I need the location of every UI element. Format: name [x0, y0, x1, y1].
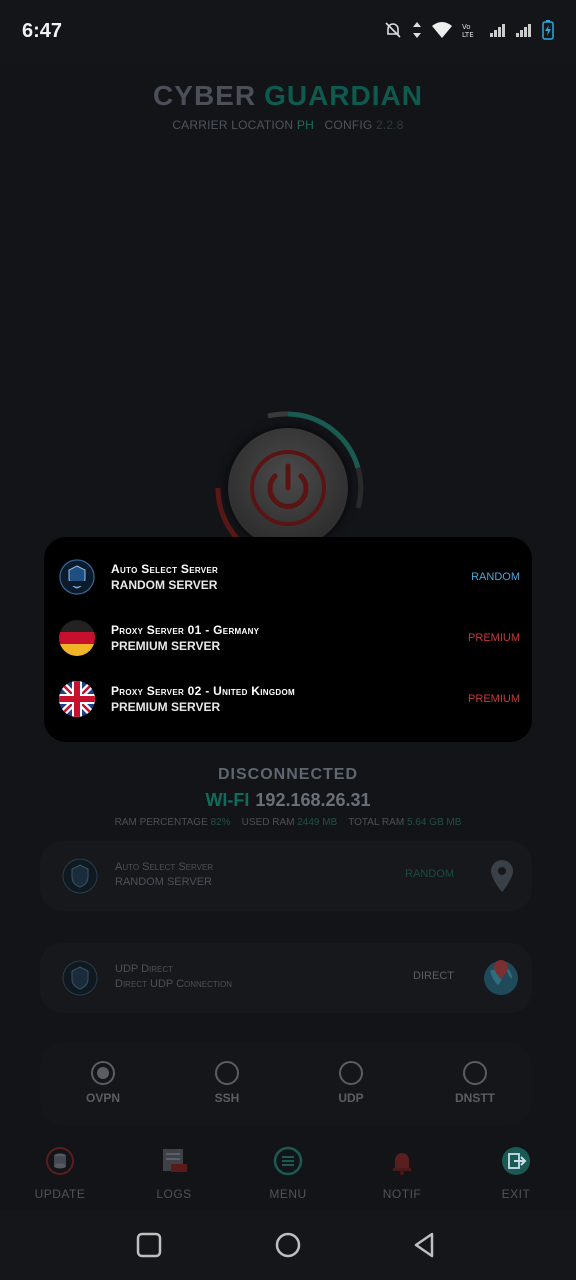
protocol-dnstt[interactable]: DNSTT: [435, 1061, 515, 1105]
config-value: 2.2.8: [375, 118, 404, 132]
battery-icon: [542, 20, 554, 40]
recents-icon[interactable]: [134, 1230, 164, 1260]
nav-logs[interactable]: LOGS: [124, 1146, 224, 1201]
app-title-part2: GUARDIAN: [264, 80, 423, 111]
logs-icon: [163, 1149, 187, 1172]
globe-icon[interactable]: [482, 957, 520, 997]
server-dropdown: Auto Select Server RANDOM SERVER RANDOM …: [44, 537, 532, 742]
server-option-title: Proxy Server 01 - Germany: [111, 623, 260, 637]
protocol-label: UDP: [338, 1091, 364, 1105]
payload-card-tag: DIRECT: [413, 970, 454, 982]
total-ram-value: 5.64 GB MB: [406, 817, 462, 828]
volte-icon: Vo LTE: [462, 23, 474, 38]
signal-icon: [490, 24, 505, 37]
uk-flag-icon: [59, 681, 95, 717]
server-selector-card[interactable]: Auto Select Server RANDOM SERVER RANDOM: [40, 841, 532, 911]
status-icons: Vo LTE: [384, 20, 554, 40]
cyber-guardian-logo-icon: [59, 559, 95, 595]
radio-button[interactable]: [463, 1061, 487, 1085]
bell-off-icon: [385, 22, 401, 38]
server-option-uk[interactable]: Proxy Server 02 - United Kingdom PREMIUM…: [44, 669, 532, 729]
app-subtitle: CARRIER LOCATION PH CONFIG 2.2.8: [0, 118, 576, 132]
protocol-label: DNSTT: [455, 1091, 495, 1105]
server-option-subtitle: RANDOM SERVER: [111, 578, 218, 592]
svg-text:Vo: Vo: [462, 23, 471, 31]
ram-percentage-label: RAM PERCENTAGE: [114, 817, 208, 828]
ram-percentage-value: 82%: [210, 817, 231, 828]
config-label: CONFIG: [324, 118, 373, 132]
connection-status: DISCONNECTED WI-FI 192.168.26.31 RAM PERC…: [0, 766, 576, 828]
server-option-subtitle: PREMIUM SERVER: [111, 639, 221, 653]
data-arrows-icon: [413, 22, 421, 38]
bell-icon: [393, 1153, 411, 1175]
cyber-guardian-logo-icon: [62, 960, 98, 996]
payload-card-title: UDP Direct: [115, 963, 174, 975]
bottom-nav: UPDATE LOGS MENU NOTIF EXIT: [0, 1130, 576, 1210]
nav-label: NOTIF: [382, 1187, 422, 1201]
server-option-subtitle: PREMIUM SERVER: [111, 700, 221, 714]
nav-notif[interactable]: NOTIF: [352, 1146, 452, 1201]
payload-card-subtitle: Direct UDP Connection: [115, 978, 233, 990]
app-title: CYBER GUARDIAN: [0, 80, 576, 112]
carrier-label: CARRIER LOCATION: [172, 118, 294, 132]
carrier-value: PH: [296, 118, 314, 132]
protocol-label: SSH: [214, 1091, 240, 1105]
signal-icon-2: [516, 24, 531, 37]
server-card-subtitle: RANDOM SERVER: [115, 876, 212, 888]
server-option-auto[interactable]: Auto Select Server RANDOM SERVER RANDOM: [44, 547, 532, 607]
server-option-tag: PREMIUM: [468, 693, 520, 705]
ip-line: WI-FI 192.168.26.31: [0, 790, 576, 811]
server-option-title: Proxy Server 02 - United Kingdom: [111, 684, 295, 698]
ram-info: RAM PERCENTAGE 82% USED RAM 2449 MB TOTA…: [0, 817, 576, 828]
database-icon: [46, 1147, 74, 1175]
nav-update[interactable]: UPDATE: [10, 1146, 110, 1201]
protocol-ssh[interactable]: SSH: [187, 1061, 267, 1105]
protocol-ovpn[interactable]: OVPN: [63, 1061, 143, 1105]
back-icon[interactable]: [410, 1230, 440, 1260]
germany-flag-icon: [59, 620, 95, 656]
ip-address: 192.168.26.31: [255, 790, 371, 810]
svg-text:LTE: LTE: [462, 31, 474, 38]
server-option-germany[interactable]: Proxy Server 01 - Germany PREMIUM SERVER…: [44, 608, 532, 668]
app-title-part1: CYBER: [153, 80, 257, 111]
network-type: WI-FI: [205, 790, 250, 810]
server-option-title: Auto Select Server: [111, 562, 219, 576]
radio-button[interactable]: [339, 1061, 363, 1085]
power-icon: [250, 450, 326, 526]
menu-icon: [273, 1146, 303, 1176]
app-header: CYBER GUARDIAN CARRIER LOCATION PH CONFIG…: [0, 80, 576, 132]
connection-state: DISCONNECTED: [217, 766, 358, 783]
nav-label: MENU: [269, 1187, 307, 1201]
location-pin-icon[interactable]: [490, 859, 514, 893]
radio-button[interactable]: [215, 1061, 239, 1085]
radio-button[interactable]: [91, 1061, 115, 1085]
server-option-tag: RANDOM: [471, 571, 520, 583]
protocol-selector: OVPN SSH UDP DNSTT: [40, 1043, 532, 1125]
nav-label: LOGS: [156, 1187, 192, 1201]
nav-label: EXIT: [501, 1187, 531, 1201]
used-ram-label: USED RAM: [241, 817, 295, 828]
home-icon[interactable]: [273, 1230, 303, 1260]
wifi-icon: [432, 22, 452, 38]
protocol-label: OVPN: [85, 1091, 120, 1105]
server-card-tag: RANDOM: [405, 868, 454, 880]
server-card-title: Auto Select Server: [115, 861, 214, 873]
nav-menu[interactable]: MENU: [238, 1146, 338, 1201]
nav-label: UPDATE: [34, 1187, 86, 1201]
clock: 6:47: [22, 20, 63, 42]
used-ram-value: 2449 MB: [297, 817, 338, 828]
cyber-guardian-logo-icon: [62, 858, 98, 894]
total-ram-label: TOTAL RAM: [348, 817, 405, 828]
status-bar: 6:47 Vo LTE: [0, 0, 576, 64]
payload-selector-card[interactable]: UDP Direct Direct UDP Connection DIRECT: [40, 943, 532, 1013]
system-nav-bar: [0, 1210, 576, 1280]
protocol-udp[interactable]: UDP: [311, 1061, 391, 1105]
nav-exit[interactable]: EXIT: [466, 1146, 566, 1201]
exit-icon: [502, 1147, 530, 1175]
server-option-tag: PREMIUM: [468, 632, 520, 644]
